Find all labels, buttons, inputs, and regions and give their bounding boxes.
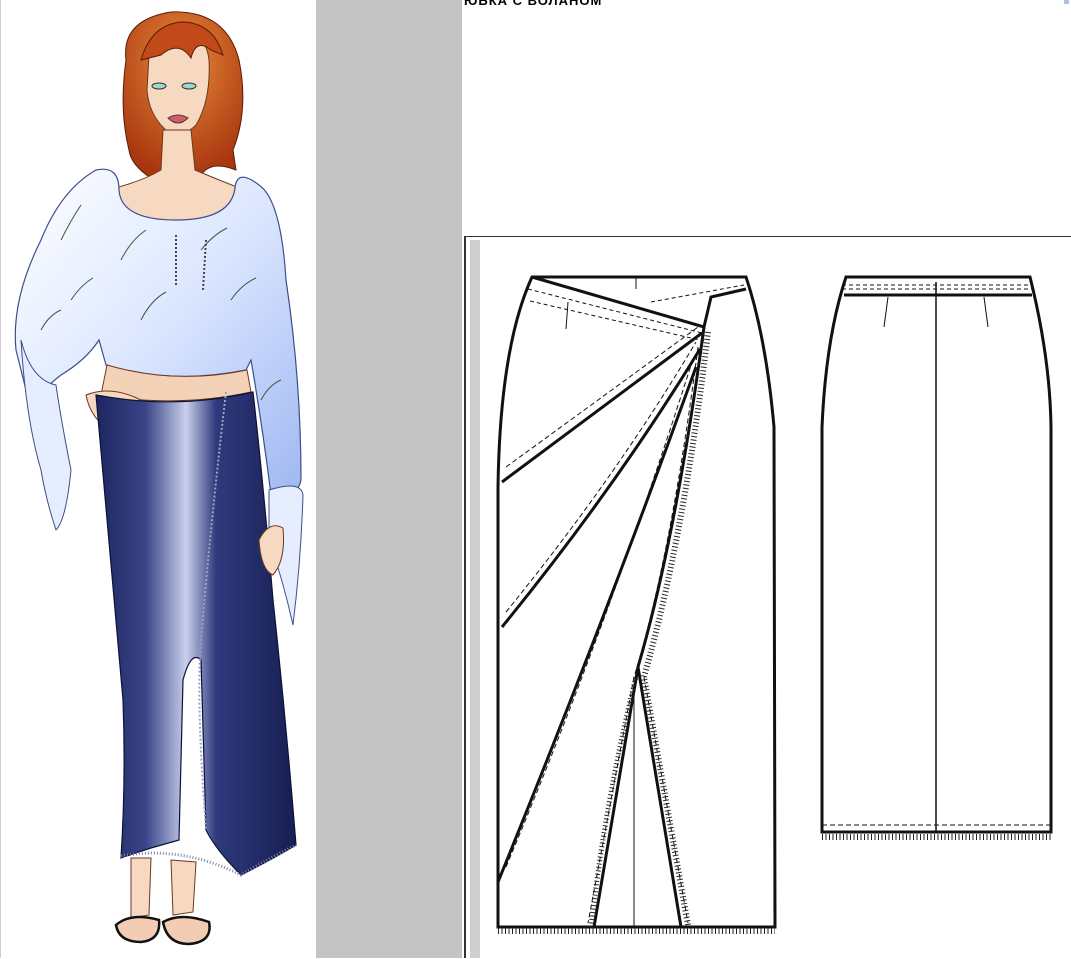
title-strip: ЮБКА С ВОЛАНОМ	[462, 0, 1071, 236]
model-illustration-panel	[0, 0, 316, 958]
sandal-right	[161, 915, 211, 946]
fashion-model-illustration	[14, 11, 304, 946]
sandal-left	[114, 915, 161, 944]
gray-gutter	[316, 0, 462, 958]
page-title: ЮБКА С ВОЛАНОМ	[464, 0, 603, 8]
technical-drawings	[496, 275, 1053, 934]
skirt-front-drawing	[496, 275, 777, 934]
technical-drawing-frame	[464, 236, 1071, 958]
selection-corner-icon	[1064, 0, 1069, 4]
leg-right	[170, 859, 197, 916]
skirt	[95, 391, 297, 876]
leg-left	[130, 857, 152, 919]
skirt-back-drawing	[820, 275, 1053, 840]
